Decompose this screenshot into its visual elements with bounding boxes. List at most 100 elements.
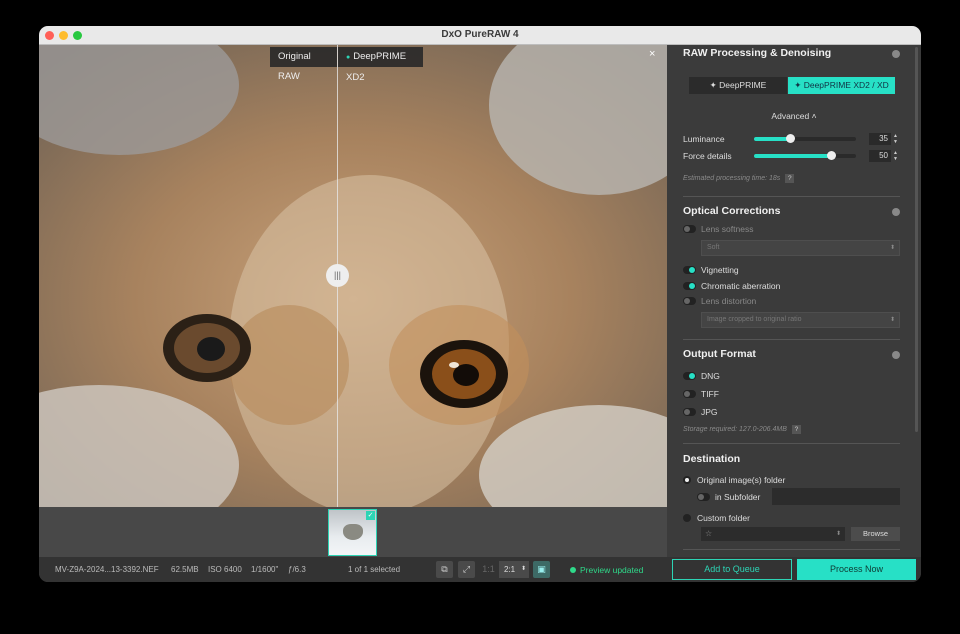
raw-info-icon[interactable] <box>892 50 900 58</box>
zoom-level-value: 2:1 <box>504 565 516 574</box>
dng-toggle[interactable] <box>683 372 696 380</box>
compare-mode-icon[interactable]: ⧉ <box>436 561 453 578</box>
zoom-level-select[interactable]: 2:1 ⬍ <box>499 561 529 578</box>
file-size: 62.5MB <box>171 565 199 574</box>
file-name: MV-Z9A-2024...13-3392.NEF <box>55 565 159 574</box>
force-details-stepper-icon[interactable]: ▲ ▼ <box>892 150 899 162</box>
force-details-slider-fill <box>754 154 831 158</box>
title-bar: DxO PureRAW 4 <box>39 26 921 45</box>
section-divider <box>683 196 900 197</box>
toggle-knob <box>689 283 695 289</box>
destination-title: Destination <box>683 453 741 465</box>
favorite-star-icon[interactable]: ☆ <box>705 529 712 538</box>
settings-panel: RAW Processing & Denoising ✦ DeepPRIME ✦… <box>667 45 921 557</box>
lens-distortion-toggle[interactable] <box>683 297 696 305</box>
bottom-bar: MV-Z9A-2024...13-3392.NEF 62.5MB ISO 640… <box>39 557 921 582</box>
vignetting-label: Vignetting <box>701 265 739 275</box>
label-deepprime-xd2: ● DeepPRIME XD2 <box>338 47 423 83</box>
jpg-label: JPG <box>701 407 718 417</box>
toggle-knob <box>689 373 695 379</box>
section-divider <box>683 549 900 550</box>
section-divider <box>683 339 900 340</box>
app-window: DxO PureRAW 4 ||| Original RAW ● DeepPRI… <box>39 26 921 582</box>
toggle-knob <box>698 494 704 500</box>
force-details-slider[interactable] <box>754 151 856 160</box>
label-original-raw: Original RAW <box>270 47 337 82</box>
fit-to-screen-icon[interactable]: ⤢ <box>458 561 475 578</box>
luminance-value[interactable]: 35 <box>869 133 891 145</box>
lens-distortion-label: Lens distortion <box>701 296 757 306</box>
processing-time-hint: Estimated processing time: 18s? <box>683 174 795 183</box>
fox-photo-original <box>39 45 667 507</box>
select-chevron-icon: ⬍ <box>889 317 895 323</box>
panel-scrollbar[interactable] <box>915 47 918 432</box>
close-compare-icon[interactable]: × <box>649 48 655 60</box>
luminance-stepper-icon[interactable]: ▲ ▼ <box>892 133 899 145</box>
lens-softness-select[interactable]: Soft ⬍ <box>701 240 900 256</box>
luminance-slider[interactable] <box>754 134 856 143</box>
add-to-queue-button[interactable]: Add to Queue <box>672 559 792 580</box>
processing-time-text: Estimated processing time: 18s <box>683 175 781 182</box>
toggle-knob <box>684 409 690 415</box>
preview-status-dot <box>570 567 576 573</box>
lens-softness-toggle[interactable] <box>683 225 696 233</box>
image-viewer[interactable]: ||| Original RAW ● DeepPRIME XD2 × <box>39 45 667 507</box>
luminance-slider-fill <box>754 137 790 141</box>
filmstrip: ✓ <box>39 507 667 557</box>
vignetting-toggle[interactable] <box>683 266 696 274</box>
chromatic-aberration-toggle[interactable] <box>683 282 696 290</box>
dng-label: DNG <box>701 371 720 381</box>
tiff-toggle[interactable] <box>683 390 696 398</box>
lens-distortion-value: Image cropped to original ratio <box>707 316 802 323</box>
zoom-1to1-button[interactable]: 1:1 <box>480 561 497 578</box>
image-preview-icon[interactable]: ▣ <box>533 561 550 578</box>
output-info-icon[interactable] <box>892 351 900 359</box>
luminance-label: Luminance <box>683 134 725 144</box>
optical-corrections-title: Optical Corrections <box>683 205 781 217</box>
select-chevron-icon: ⬍ <box>889 245 895 251</box>
toggle-knob <box>689 267 695 273</box>
browse-button[interactable]: Browse <box>851 527 900 541</box>
toggle-knob <box>684 391 690 397</box>
force-details-slider-knob[interactable] <box>826 151 836 160</box>
deepprime-xd2-mode-button[interactable]: ✦ DeepPRIME XD2 / XD <box>788 77 895 94</box>
custom-folder-select[interactable]: ☆ ⬍ <box>701 527 845 541</box>
custom-folder-radio[interactable] <box>683 514 691 522</box>
optical-info-icon[interactable] <box>892 208 900 216</box>
custom-folder-label: Custom folder <box>697 513 750 523</box>
original-folder-radio[interactable] <box>683 476 691 484</box>
iso-value: ISO 6400 <box>208 565 242 574</box>
storage-help-icon[interactable]: ? <box>791 425 801 434</box>
advanced-toggle[interactable]: Advanced ˄ <box>667 111 921 121</box>
section-divider <box>683 443 900 444</box>
lens-softness-label: Lens softness <box>701 224 754 234</box>
toggle-knob <box>684 298 690 304</box>
subfolder-name-input[interactable] <box>772 488 900 505</box>
subfolder-toggle[interactable] <box>697 493 710 501</box>
preview-status-text: Preview updated <box>580 565 644 575</box>
selection-count: 1 of 1 selected <box>348 565 401 574</box>
thumbnail-check-icon[interactable]: ✓ <box>366 511 375 520</box>
jpg-toggle[interactable] <box>683 408 696 416</box>
preview-status: Preview updated <box>570 565 643 575</box>
storage-hint: Storage required: 127.0-206.4MB? <box>683 425 801 434</box>
aperture-value: ƒ/6.3 <box>288 565 306 574</box>
force-details-value[interactable]: 50 <box>869 150 891 162</box>
luminance-slider-knob[interactable] <box>785 134 795 143</box>
deepprime-mode-button[interactable]: ✦ DeepPRIME <box>689 77 787 94</box>
image-thumbnail[interactable]: ✓ <box>328 509 377 556</box>
subfolder-label: in Subfolder <box>715 492 761 502</box>
window-title: DxO PureRAW 4 <box>441 29 519 40</box>
force-details-label: Force details <box>683 151 732 161</box>
original-folder-label: Original image(s) folder <box>697 475 786 485</box>
raw-processing-title: RAW Processing & Denoising <box>683 47 832 59</box>
chromatic-aberration-label: Chromatic aberration <box>701 281 781 291</box>
shutter-value: 1/1600" <box>251 565 279 574</box>
compare-split-handle[interactable]: ||| <box>326 264 349 287</box>
processed-dot-icon: ● <box>346 54 351 61</box>
process-now-button[interactable]: Process Now <box>797 559 916 580</box>
lens-distortion-select[interactable]: Image cropped to original ratio ⬍ <box>701 312 900 328</box>
processing-time-help-icon[interactable]: ? <box>785 174 795 183</box>
tiff-label: TIFF <box>701 389 719 399</box>
select-chevron-icon: ⬍ <box>835 531 841 537</box>
